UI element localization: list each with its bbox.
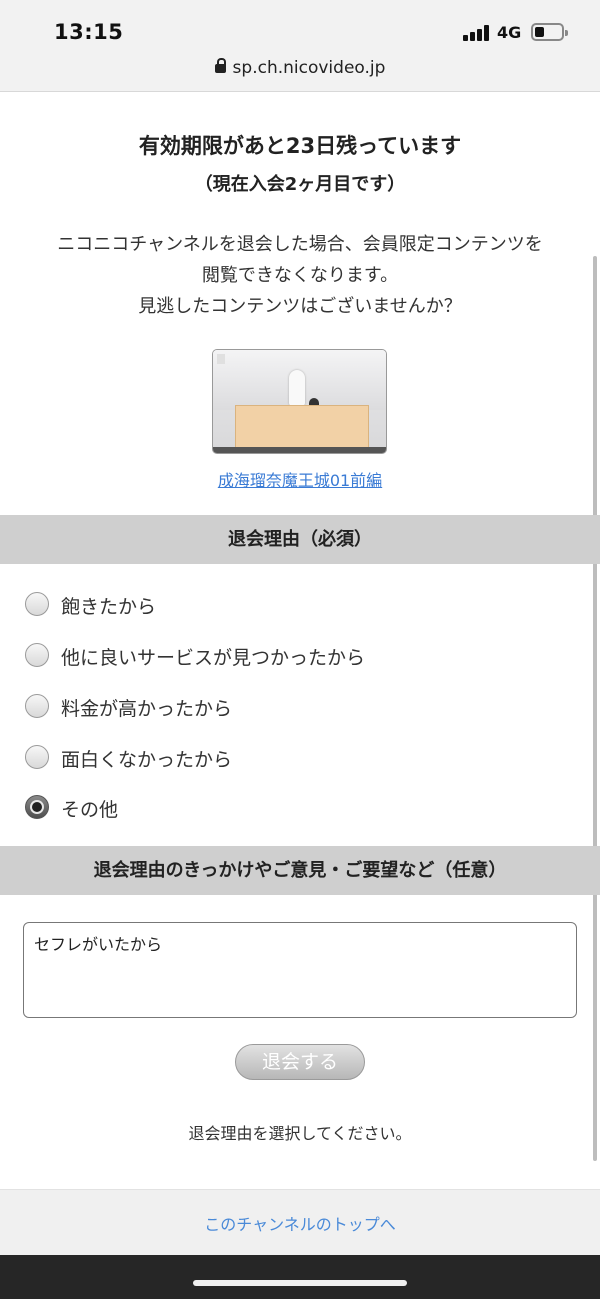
notice-line-1: ニコニコチャンネルを退会した場合、会員限定コンテンツを: [57, 234, 543, 255]
bookmark-icon: [217, 354, 225, 364]
radio-button[interactable]: [25, 745, 49, 769]
reason-option-label[interactable]: 飽きたから: [61, 592, 156, 619]
comment-section-header: 退会理由のきっかけやご意見・ご要望など（任意）: [0, 846, 600, 895]
battery-icon: [531, 23, 568, 41]
signal-strength-icon: [463, 25, 491, 41]
membership-month: （現在入会2ヶ月目です）: [194, 174, 406, 195]
video-thumbnail[interactable]: [212, 349, 387, 454]
home-indicator[interactable]: [193, 1280, 407, 1286]
reason-option-label[interactable]: その他: [61, 795, 118, 822]
notice-line-3: 見逃したコンテンツはございませんか？: [138, 296, 462, 317]
validation-hint: 退会理由を選択してください。: [188, 1124, 412, 1143]
comment-textarea[interactable]: セフレがいたから: [23, 922, 577, 1018]
withdrawal-notice: ニコニコチャンネルを退会した場合、会員限定コンテンツを 閲覧できなくなります。 …: [0, 229, 600, 322]
footer: このチャンネルのトップへ: [0, 1189, 600, 1255]
radio-button[interactable]: [25, 694, 49, 718]
browser-status-bar: 13:15 4G sp.ch.nicovideo.jp: [0, 0, 600, 92]
network-type: 4G: [497, 23, 522, 42]
address-bar[interactable]: sp.ch.nicovideo.jp: [0, 58, 600, 78]
withdraw-button[interactable]: 退会する: [235, 1044, 365, 1080]
radio-button-selected[interactable]: [25, 795, 49, 819]
notice-line-2: 閲覧できなくなります。: [201, 265, 399, 286]
reason-option-label[interactable]: 料金が高かったから: [61, 694, 232, 721]
reason-section-header: 退会理由（必須）: [0, 515, 600, 564]
scrollbar[interactable]: [593, 256, 597, 1161]
reason-option-label[interactable]: 他に良いサービスが見つかったから: [61, 643, 365, 670]
lock-icon: [214, 58, 226, 73]
url-text: sp.ch.nicovideo.jp: [232, 58, 386, 78]
home-bar-area: [0, 1255, 600, 1299]
channel-top-link[interactable]: このチャンネルのトップへ: [0, 1211, 600, 1235]
status-time: 13:15: [54, 20, 124, 44]
expiry-title: 有効期限があと23日残っています: [138, 134, 462, 158]
radio-button[interactable]: [25, 643, 49, 667]
radio-button[interactable]: [25, 592, 49, 616]
video-title-link[interactable]: 成海瑠奈魔王城01前編: [0, 467, 600, 491]
reason-option-label[interactable]: 面白くなかったから: [61, 745, 232, 772]
